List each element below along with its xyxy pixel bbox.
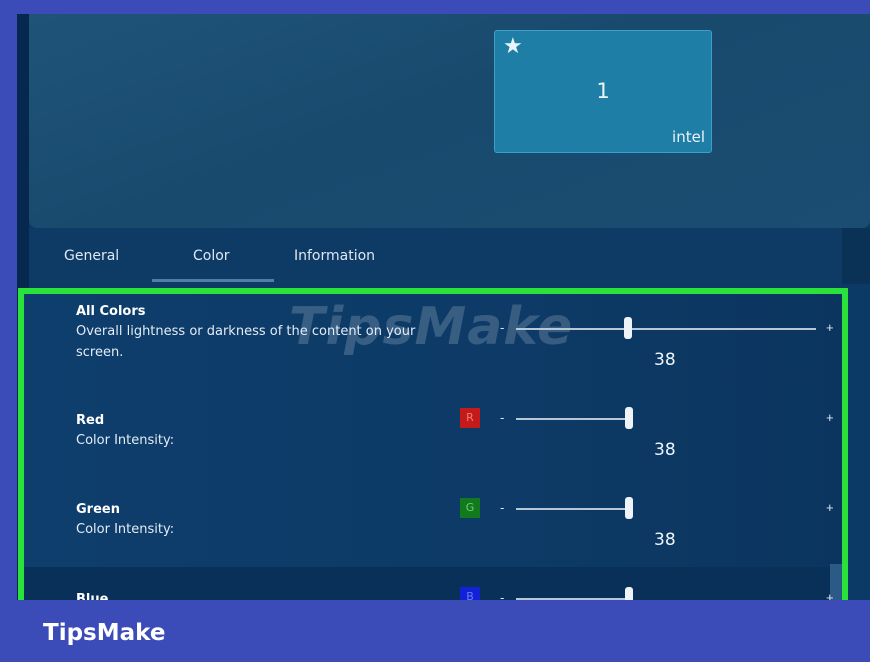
monitor-number: 1: [596, 79, 610, 103]
active-tab-indicator: [152, 279, 274, 282]
green-decrease[interactable]: -: [500, 500, 504, 515]
display-arrangement-area: ★ 1 intel: [29, 14, 870, 228]
all-colors-slider-thumb[interactable]: [624, 317, 632, 339]
all-colors-slider-track[interactable]: [516, 328, 816, 330]
green-increase[interactable]: +: [826, 500, 834, 515]
color-settings-panel: TipsMake All Colors Overall lightness or…: [18, 288, 848, 600]
green-value: 38: [654, 530, 676, 550]
red-description: Color Intensity:: [76, 433, 175, 448]
tab-information[interactable]: Information: [294, 248, 375, 264]
all-colors-increase[interactable]: +: [826, 320, 834, 335]
footer-brand-label: TipsMake: [43, 620, 166, 646]
red-title: Red: [76, 413, 105, 428]
red-increase[interactable]: +: [826, 410, 834, 425]
star-icon: ★: [503, 34, 523, 59]
blue-increase[interactable]: +: [826, 590, 834, 600]
all-colors-value: 38: [654, 350, 676, 370]
blue-slider-thumb[interactable]: [625, 587, 633, 600]
blue-decrease[interactable]: -: [500, 590, 504, 600]
tab-bar: General Color Information: [29, 228, 870, 284]
monitor-brand-label: intel: [672, 128, 705, 146]
green-channel-chip: G: [460, 498, 480, 518]
blue-slider-track[interactable]: [516, 598, 629, 600]
red-channel-chip: R: [460, 408, 480, 428]
blue-channel-chip: B: [460, 587, 480, 600]
tab-general[interactable]: General: [64, 248, 119, 264]
all-colors-description-line1: Overall lightness or darkness of the con…: [76, 324, 416, 339]
red-value: 38: [654, 440, 676, 460]
red-slider-thumb[interactable]: [625, 407, 633, 429]
monitor-tile[interactable]: ★ 1 intel: [494, 30, 712, 153]
tab-bar-edge: [842, 228, 870, 284]
red-slider-track[interactable]: [516, 418, 629, 420]
green-description: Color Intensity:: [76, 522, 175, 537]
blue-title: Blue: [76, 592, 109, 600]
all-colors-title: All Colors: [76, 304, 146, 319]
tab-color[interactable]: Color: [193, 248, 230, 264]
green-slider-track[interactable]: [516, 508, 629, 510]
red-decrease[interactable]: -: [500, 410, 504, 425]
green-title: Green: [76, 502, 120, 517]
green-slider-thumb[interactable]: [625, 497, 633, 519]
all-colors-description-line2: screen.: [76, 345, 124, 360]
blue-row-background: [24, 567, 842, 600]
all-colors-decrease[interactable]: -: [500, 320, 504, 335]
